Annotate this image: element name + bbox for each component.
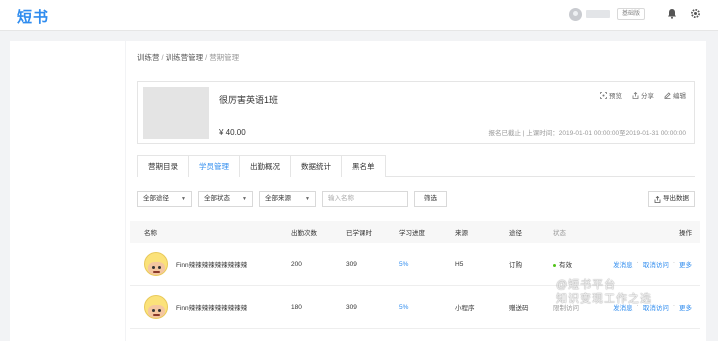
status-badge: 有效	[553, 259, 572, 269]
tab-camp-catalog[interactable]: 营期目录	[137, 155, 189, 177]
breadcrumb-current: 营期管理	[209, 53, 240, 62]
progress-value: 5%	[399, 260, 409, 268]
cancel-access-link[interactable]: 取消访问	[643, 259, 669, 269]
course-actions: 预览 分享 编辑	[600, 90, 686, 100]
user-avatar[interactable]	[569, 8, 582, 21]
share-button[interactable]: 分享	[632, 90, 654, 100]
send-message-link[interactable]: 发消息	[613, 259, 633, 269]
export-icon	[654, 195, 661, 203]
header-learned: 已学课时	[346, 230, 372, 237]
source-value: 小程序	[455, 305, 475, 312]
top-bar: 短书 基础版	[0, 0, 718, 31]
breadcrumb-training-camp[interactable]: 训练营	[137, 53, 160, 62]
table-header: 名称 出勤次数 已学课时 学习进度 来源 途径 状态 操作	[130, 221, 700, 243]
source-select-value: 全部来源	[265, 195, 291, 202]
header-source: 来源	[455, 230, 468, 237]
tab-blacklist[interactable]: 黑名单	[341, 155, 386, 177]
breadcrumb-camp-management[interactable]: 训练营管理	[166, 53, 204, 62]
app-logo[interactable]: 短书	[17, 6, 49, 27]
attendance-count: 200	[291, 260, 302, 268]
row-actions: 发消息 · 取消访问 · 更多	[613, 259, 692, 269]
header-ops: 操作	[679, 230, 692, 237]
table-row: Finn辣辣辣辣辣辣辣辣辣 180 309 5% 小程序 赠送码 限制访问 发消…	[130, 286, 700, 329]
header-name: 名称	[144, 230, 157, 237]
share-icon	[632, 91, 639, 99]
preview-icon	[600, 91, 607, 99]
learned-hours: 309	[346, 303, 357, 311]
status-select-value: 全部状态	[204, 195, 230, 202]
filter-button[interactable]: 筛选	[414, 191, 447, 207]
user-name-redacted[interactable]	[586, 10, 610, 18]
edit-label: 编辑	[673, 93, 686, 100]
row-actions: 发消息 · 取消访问 · 更多	[613, 302, 692, 312]
edit-icon	[664, 91, 671, 99]
breadcrumb-separator: /	[205, 53, 208, 62]
share-label: 分享	[641, 93, 654, 100]
status-badge: 限制访问	[553, 302, 579, 312]
header-path: 途径	[509, 230, 522, 237]
table-row: Finn辣辣辣辣辣辣辣辣辣 200 309 5% H5 订购 有效 发消息 · 取消…	[130, 243, 700, 286]
caret-down-icon: ▼	[305, 196, 310, 202]
export-label: 导出数据	[663, 195, 689, 202]
version-badge[interactable]: 基础版	[617, 8, 646, 20]
breadcrumb: 训练营 / 训练营管理 / 营期管理	[137, 52, 239, 63]
student-name: Finn辣辣辣辣辣辣辣辣辣	[176, 262, 248, 269]
status-text: 有效	[559, 262, 572, 269]
header-attendance: 出勤次数	[291, 230, 317, 237]
bell-icon[interactable]	[666, 8, 678, 20]
course-card: 很厉害英语1班 ¥ 40.00 预览 分享 编辑 报名已截止 | 上课时间：20…	[137, 81, 695, 144]
search-input[interactable]: 输入名称	[322, 191, 408, 207]
source-select[interactable]: 全部来源 ▼	[259, 191, 316, 207]
path-value: 订购	[509, 262, 522, 269]
main-panel: 训练营 / 训练营管理 / 营期管理 很厉害英语1班 ¥ 40.00 预览 分享 编辑 …	[126, 41, 706, 341]
tab-bar: 营期目录 学员管理 出勤概况 数据统计 黑名单	[137, 155, 695, 178]
breadcrumb-separator: /	[161, 53, 164, 62]
status-text: 限制访问	[553, 305, 579, 312]
more-link[interactable]: 更多	[679, 259, 692, 269]
preview-button[interactable]: 预览	[600, 90, 622, 100]
course-title: 很厉害英语1班	[219, 95, 279, 105]
course-schedule-info: 报名已截止 | 上课时间：2019-01-01 00:00:00至2019-01…	[488, 130, 686, 137]
attendance-count: 180	[291, 303, 302, 311]
status-dot	[553, 263, 556, 267]
student-avatar	[144, 295, 168, 319]
student-name: Finn辣辣辣辣辣辣辣辣辣	[176, 305, 248, 312]
send-message-link[interactable]: 发消息	[613, 302, 633, 312]
source-value: H5	[455, 260, 464, 268]
filter-bar: 全部途径 ▼ 全部状态 ▼ 全部来源 ▼ 输入名称 筛选	[137, 191, 447, 207]
path-select-value: 全部途径	[143, 195, 169, 202]
course-cover-image	[143, 87, 209, 139]
learned-hours: 309	[346, 260, 357, 268]
sidebar	[10, 41, 125, 341]
caret-down-icon: ▼	[242, 196, 247, 202]
preview-label: 预览	[609, 93, 622, 100]
more-link[interactable]: 更多	[679, 302, 692, 312]
tab-student-management[interactable]: 学员管理	[188, 155, 240, 178]
header-status: 状态	[553, 230, 566, 237]
progress-value: 5%	[399, 303, 409, 311]
student-avatar	[144, 252, 168, 276]
caret-down-icon: ▼	[181, 196, 186, 202]
gear-icon[interactable]	[689, 8, 701, 20]
path-value: 赠送码	[509, 305, 529, 312]
student-table: 名称 出勤次数 已学课时 学习进度 来源 途径 状态 操作 Finn辣辣辣辣辣辣…	[130, 221, 700, 329]
export-button[interactable]: 导出数据	[648, 191, 695, 207]
tab-attendance[interactable]: 出勤概况	[239, 155, 291, 177]
path-select[interactable]: 全部途径 ▼	[137, 191, 192, 207]
course-price: ¥ 40.00	[219, 128, 246, 137]
header-progress: 学习进度	[399, 230, 425, 237]
tab-statistics[interactable]: 数据统计	[290, 155, 342, 177]
status-select[interactable]: 全部状态 ▼	[198, 191, 253, 207]
cancel-access-link[interactable]: 取消访问	[643, 302, 669, 312]
edit-button[interactable]: 编辑	[664, 90, 686, 100]
